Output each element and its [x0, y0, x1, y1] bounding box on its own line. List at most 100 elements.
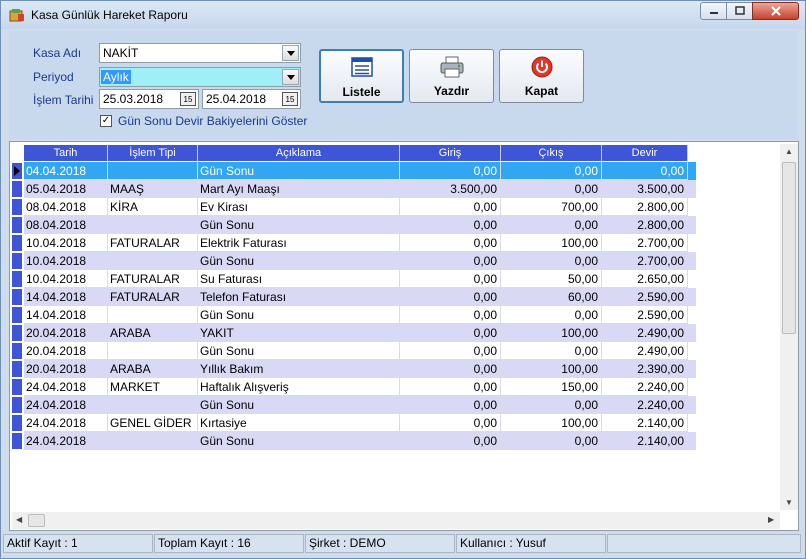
- cell-aciklama[interactable]: Gün Sonu: [198, 252, 400, 270]
- cell-devir[interactable]: 0,00: [602, 162, 688, 180]
- cell-cikis[interactable]: 0,00: [501, 432, 602, 450]
- table-row[interactable]: 05.04.2018 MAAŞ Mart Ayı Maaşı 3.500,00 0,00…: [24, 180, 696, 198]
- cell-devir[interactable]: 2.390,00: [602, 360, 688, 378]
- vertical-scroll-thumb[interactable]: [782, 162, 796, 334]
- listele-button[interactable]: Listele: [319, 49, 404, 103]
- table-row[interactable]: 24.04.2018 MARKET Haftalık Alışveriş 0,00 15…: [24, 378, 696, 396]
- column-header-aciklama[interactable]: Açıklama: [198, 145, 400, 161]
- close-button[interactable]: [752, 2, 799, 20]
- cell-cikis[interactable]: 0,00: [501, 306, 602, 324]
- cell-islem-tipi[interactable]: [108, 396, 198, 414]
- row-indicator[interactable]: [12, 253, 22, 269]
- cell-tarih[interactable]: 05.04.2018: [24, 180, 108, 198]
- horizontal-scrollbar[interactable]: ◀ ▶: [12, 512, 780, 529]
- cell-giris[interactable]: 0,00: [400, 234, 501, 252]
- scroll-down-icon[interactable]: ▼: [785, 498, 793, 507]
- cell-tarih[interactable]: 20.04.2018: [24, 360, 108, 378]
- cell-aciklama[interactable]: Mart Ayı Maaşı: [198, 180, 400, 198]
- cell-devir[interactable]: 2.700,00: [602, 252, 688, 270]
- cell-devir[interactable]: 3.500,00: [602, 180, 688, 198]
- cell-tarih[interactable]: 08.04.2018: [24, 216, 108, 234]
- row-indicator[interactable]: [12, 271, 22, 287]
- devir-checkbox[interactable]: ✓: [100, 115, 112, 127]
- cell-devir[interactable]: 2.490,00: [602, 324, 688, 342]
- cell-tarih[interactable]: 24.04.2018: [24, 414, 108, 432]
- cell-cikis[interactable]: 100,00: [501, 360, 602, 378]
- kasa-select[interactable]: NAKİT: [99, 43, 301, 63]
- cell-tarih[interactable]: 24.04.2018: [24, 432, 108, 450]
- maximize-button[interactable]: [726, 2, 753, 20]
- cell-islem-tipi[interactable]: [108, 162, 198, 180]
- cell-aciklama[interactable]: Yıllık Bakım: [198, 360, 400, 378]
- column-header-giris[interactable]: Giriş: [400, 145, 501, 161]
- kapat-button[interactable]: Kapat: [499, 49, 584, 103]
- kasa-dropdown-button[interactable]: [282, 45, 299, 61]
- vertical-scrollbar[interactable]: ▲ ▼: [780, 144, 798, 510]
- start-date-field[interactable]: 25.03.2018 15: [99, 89, 199, 109]
- cell-islem-tipi[interactable]: FATURALAR: [108, 234, 198, 252]
- table-row[interactable]: 10.04.2018 Gün Sonu 0,00 0,00 2.700,00: [24, 252, 696, 270]
- cell-cikis[interactable]: 700,00: [501, 198, 602, 216]
- row-indicator[interactable]: [12, 289, 22, 305]
- cell-giris[interactable]: 0,00: [400, 252, 501, 270]
- table-row[interactable]: 20.04.2018 Gün Sonu 0,00 0,00 2.490,00: [24, 342, 696, 360]
- row-indicator[interactable]: [12, 415, 22, 431]
- row-indicator[interactable]: [12, 217, 22, 233]
- calendar-icon[interactable]: 15: [282, 92, 298, 106]
- cell-aciklama[interactable]: Gün Sonu: [198, 432, 400, 450]
- cell-islem-tipi[interactable]: [108, 306, 198, 324]
- cell-devir[interactable]: 2.590,00: [602, 306, 688, 324]
- cell-tarih[interactable]: 10.04.2018: [24, 270, 108, 288]
- horizontal-scroll-thumb[interactable]: [28, 514, 45, 527]
- end-date-field[interactable]: 25.04.2018 15: [202, 89, 301, 109]
- cell-devir[interactable]: 2.240,00: [602, 396, 688, 414]
- cell-islem-tipi[interactable]: [108, 252, 198, 270]
- cell-islem-tipi[interactable]: ARABA: [108, 360, 198, 378]
- cell-aciklama[interactable]: Gün Sonu: [198, 216, 400, 234]
- column-header-tarih[interactable]: Tarih: [24, 145, 108, 161]
- table-row[interactable]: 04.04.2018 Gün Sonu 0,00 0,00 0,00: [24, 162, 696, 180]
- scroll-up-icon[interactable]: ▲: [785, 147, 793, 156]
- cell-giris[interactable]: 0,00: [400, 198, 501, 216]
- row-indicator[interactable]: [12, 163, 22, 179]
- cell-devir[interactable]: 2.650,00: [602, 270, 688, 288]
- cell-tarih[interactable]: 14.04.2018: [24, 288, 108, 306]
- cell-cikis[interactable]: 0,00: [501, 162, 602, 180]
- cell-islem-tipi[interactable]: MAAŞ: [108, 180, 198, 198]
- cell-tarih[interactable]: 24.04.2018: [24, 378, 108, 396]
- cell-cikis[interactable]: 150,00: [501, 378, 602, 396]
- cell-cikis[interactable]: 0,00: [501, 396, 602, 414]
- column-header-islem-tipi[interactable]: İşlem Tipi: [108, 145, 198, 161]
- cell-giris[interactable]: 0,00: [400, 162, 501, 180]
- cell-giris[interactable]: 0,00: [400, 396, 501, 414]
- cell-tarih[interactable]: 20.04.2018: [24, 324, 108, 342]
- cell-cikis[interactable]: 100,00: [501, 234, 602, 252]
- cell-giris[interactable]: 0,00: [400, 414, 501, 432]
- cell-devir[interactable]: 2.490,00: [602, 342, 688, 360]
- row-indicator[interactable]: [12, 433, 22, 449]
- periyod-dropdown-button[interactable]: [282, 69, 299, 85]
- cell-cikis[interactable]: 0,00: [501, 180, 602, 198]
- cell-islem-tipi[interactable]: [108, 342, 198, 360]
- cell-cikis[interactable]: 100,00: [501, 414, 602, 432]
- cell-islem-tipi[interactable]: GENEL GİDER: [108, 414, 198, 432]
- calendar-icon[interactable]: 15: [180, 92, 196, 106]
- cell-giris[interactable]: 3.500,00: [400, 180, 501, 198]
- cell-devir[interactable]: 2.140,00: [602, 432, 688, 450]
- cell-islem-tipi[interactable]: ARABA: [108, 324, 198, 342]
- scroll-right-icon[interactable]: ▶: [768, 515, 774, 524]
- cell-aciklama[interactable]: Kırtasiye: [198, 414, 400, 432]
- table-row[interactable]: 10.04.2018 FATURALAR Su Faturası 0,00 50,00 2…: [24, 270, 696, 288]
- devir-checkbox-label[interactable]: Gün Sonu Devir Bakiyelerini Göster: [118, 114, 307, 128]
- cell-islem-tipi[interactable]: FATURALAR: [108, 288, 198, 306]
- scroll-left-icon[interactable]: ◀: [16, 515, 22, 524]
- cell-cikis[interactable]: 60,00: [501, 288, 602, 306]
- row-indicator[interactable]: [12, 199, 22, 215]
- cell-aciklama[interactable]: Gün Sonu: [198, 342, 400, 360]
- table-row[interactable]: 14.04.2018 Gün Sonu 0,00 0,00 2.590,00: [24, 306, 696, 324]
- row-indicator[interactable]: [12, 361, 22, 377]
- row-indicator[interactable]: [12, 307, 22, 323]
- cell-aciklama[interactable]: Telefon Faturası: [198, 288, 400, 306]
- cell-giris[interactable]: 0,00: [400, 306, 501, 324]
- row-indicator[interactable]: [12, 397, 22, 413]
